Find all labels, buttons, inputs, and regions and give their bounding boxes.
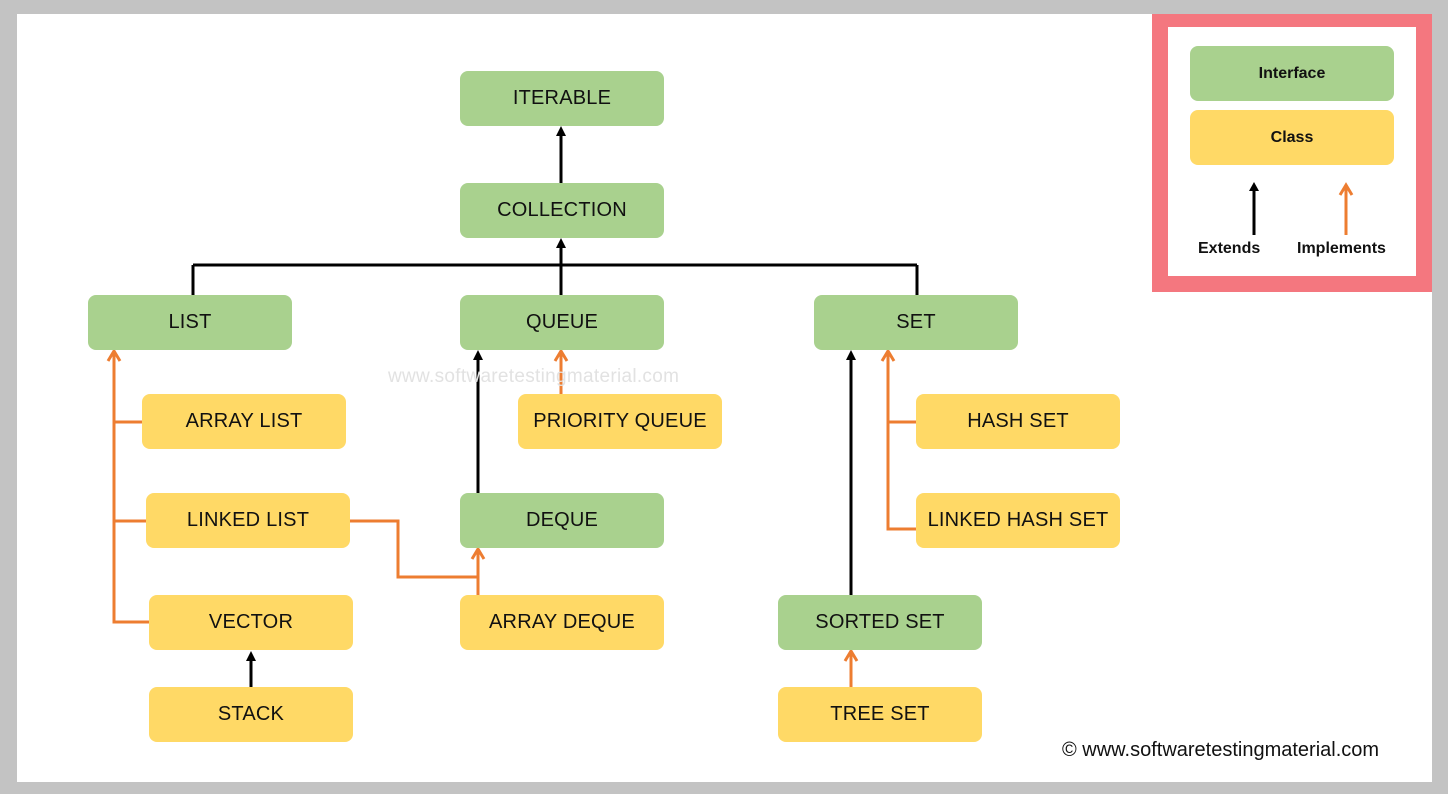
extends-arrowhead-icon	[1249, 182, 1259, 191]
legend-implements-label: Implements	[1297, 240, 1386, 257]
node-vector[interactable]: VECTOR	[149, 595, 353, 650]
node-set[interactable]: SET	[814, 295, 1018, 350]
watermark: www.softwaretestingmaterial.com	[388, 366, 680, 387]
legend-arrows	[1249, 182, 1354, 235]
legend-extends-label: Extends	[1198, 240, 1261, 257]
node-iterable[interactable]: ITERABLE	[460, 71, 664, 126]
node-queue[interactable]: QUEUE	[460, 295, 664, 350]
node-hash-set[interactable]: HASH SET	[916, 394, 1120, 449]
node-array-list[interactable]: ARRAY LIST	[142, 394, 346, 449]
node-list[interactable]: LIST	[88, 295, 292, 350]
copyright-notice: © www.softwaretestingmaterial.com	[1062, 739, 1380, 761]
node-linked-hash-set[interactable]: LINKED HASH SET	[916, 493, 1120, 548]
node-collection[interactable]: COLLECTION	[460, 183, 664, 238]
node-deque[interactable]: DEQUE	[460, 493, 664, 548]
legend: Interface Class Extends Implements	[1152, 14, 1432, 292]
legend-panel: Interface Class Extends Implements	[1168, 27, 1416, 276]
node-linked-list[interactable]: LINKED LIST	[146, 493, 350, 548]
node-stack[interactable]: STACK	[149, 687, 353, 742]
node-sorted-set[interactable]: SORTED SET	[778, 595, 982, 650]
node-priority-queue[interactable]: PRIORITY QUEUE	[518, 394, 722, 449]
node-tree-set[interactable]: TREE SET	[778, 687, 982, 742]
node-array-deque[interactable]: ARRAY DEQUE	[460, 595, 664, 650]
